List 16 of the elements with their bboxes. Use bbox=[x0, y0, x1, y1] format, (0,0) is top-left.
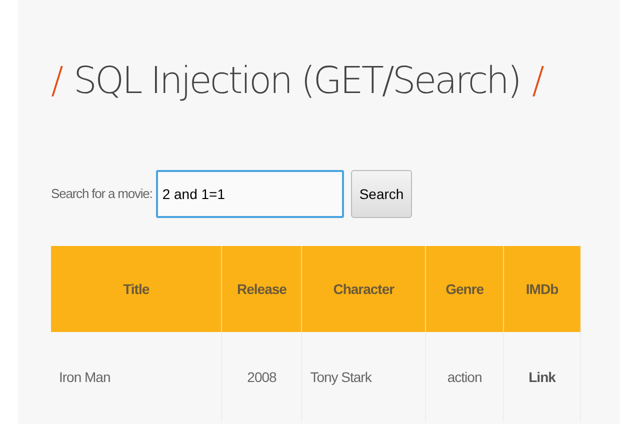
table-cell: 2008 bbox=[247, 368, 276, 384]
slash-mark: / bbox=[532, 58, 542, 104]
search-label: Search for a movie: bbox=[51, 185, 152, 204]
table-cell: Iron Man bbox=[59, 368, 110, 384]
imdb-link[interactable]: Link bbox=[528, 368, 556, 384]
column-header: Character bbox=[302, 246, 426, 332]
table-cell: action bbox=[447, 368, 482, 384]
table-cell: Tony Stark bbox=[310, 368, 372, 384]
search-button[interactable]: Search bbox=[351, 170, 412, 218]
column-header: Genre bbox=[426, 246, 504, 332]
column-header: IMDb bbox=[504, 246, 580, 332]
slash-mark: / bbox=[51, 58, 62, 104]
search-field[interactable]: 2 and 1=1 bbox=[156, 170, 344, 218]
column-header: Release bbox=[222, 246, 302, 332]
column-header: Title bbox=[51, 246, 222, 332]
page-title: SQL Injection (GET/Search) bbox=[73, 58, 520, 104]
